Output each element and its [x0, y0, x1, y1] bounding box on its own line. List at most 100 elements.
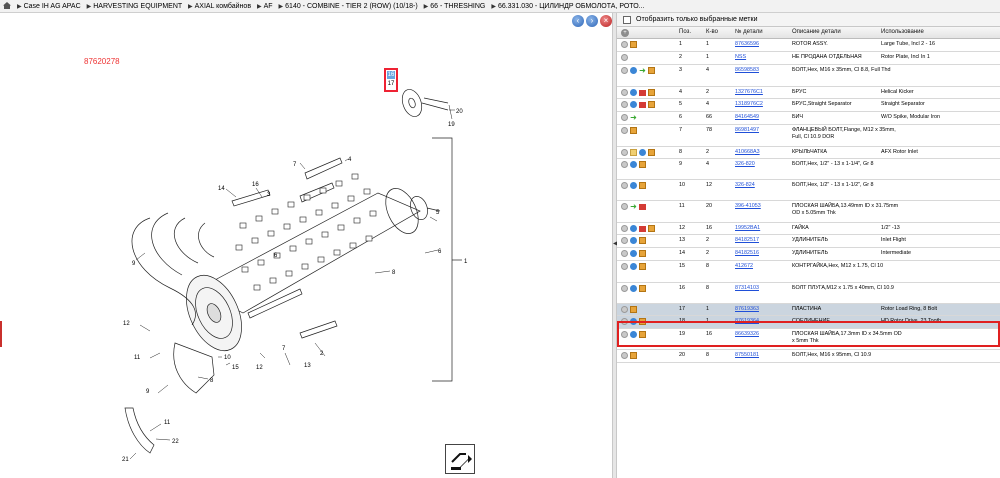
col-pos[interactable]: Поз. [679, 27, 705, 36]
callout-4[interactable]: 4 [348, 157, 352, 163]
table-row[interactable]: 7 78 86981497 ФЛАНЦЕВЫЙ БОЛТ,Flange, M12 x … [617, 125, 1000, 147]
row-part-number[interactable]: 412672 [735, 261, 781, 270]
table-row[interactable]: 10 12 326-824 БОЛТ,Hex, 1/2" - 13 x 1-1/2",… [617, 180, 1000, 201]
callout-9[interactable]: 9 [132, 261, 136, 267]
table-row[interactable]: 18 1 87619364 СОЕДИНЕНИЕ HD Rotor Drive, 23 … [617, 316, 1000, 329]
show-selected-checkbox[interactable] [623, 16, 631, 24]
col-part-number[interactable]: № детали [735, 27, 781, 36]
breadcrumb-item-model[interactable]: 6140 - COMBINE - TIER 2 (ROW) (10/18-) [285, 3, 418, 10]
row-part-number[interactable]: 1318976C2 [735, 99, 781, 108]
add-to-cart-icon[interactable] [621, 149, 628, 156]
add-to-cart-icon[interactable] [621, 41, 628, 48]
replace-arrow-icon[interactable] [630, 285, 637, 292]
row-part-number[interactable]: 410668A3 [735, 147, 781, 156]
callout-11[interactable]: 11 [134, 355, 141, 361]
add-to-cart-icon[interactable] [621, 250, 628, 257]
table-row[interactable]: 8 2 410668A3 КРЫЛЬЧАТКА AFX Rotor Inlet [617, 147, 1000, 159]
callout-16[interactable]: 16 [252, 182, 259, 188]
callout-1[interactable]: 1 [464, 259, 468, 265]
add-to-cart-icon[interactable] [621, 352, 628, 359]
add-to-cart-icon[interactable] [621, 318, 628, 325]
callout-7b[interactable]: 7 [282, 346, 286, 352]
breadcrumb-item-series[interactable]: AF [264, 3, 273, 10]
add-to-cart-icon[interactable] [621, 225, 628, 232]
table-row[interactable]: 19 16 86639326 ПЛОСКАЯ ШАЙБА,17.3mm ID x 34… [617, 329, 1000, 350]
table-row[interactable]: 13 2 84182517 УДЛИНИТЕЛЬ Inlet Flight [617, 235, 1000, 248]
add-to-cart-icon[interactable] [621, 54, 628, 61]
row-part-number[interactable]: 86598583 [735, 65, 781, 74]
row-part-number[interactable]: 396-41053 [735, 201, 781, 210]
breadcrumb-item-category[interactable]: HARVESTING EQUIPMENT [93, 3, 182, 10]
add-to-cart-icon[interactable] [621, 182, 628, 189]
callout-12[interactable]: 12 [123, 321, 130, 327]
callout-21[interactable]: 21 [122, 457, 129, 463]
table-row[interactable]: 14 2 84182516 УДЛИНИТЕЛЬ Intermediate [617, 248, 1000, 261]
callout-20[interactable]: 20 [456, 109, 463, 115]
table-row[interactable]: 16 8 87314103 БОЛТ ПЛУГА,M12 x 1.75 x 40mm,… [617, 283, 1000, 304]
table-row[interactable]: 12 16 19952BA1 ГАЙКА 1/2" -13 [617, 223, 1000, 235]
add-to-cart-icon[interactable] [621, 114, 628, 121]
breadcrumb-item-page[interactable]: 66.331.030 - ЦИЛИНДР ОБМОЛОТА, РОТО... [498, 3, 645, 10]
add-to-cart-icon[interactable] [621, 101, 628, 108]
table-row[interactable]: 20 8 87550181 БОЛТ,Hex, M16 x 95mm, Cl 10.9 [617, 350, 1000, 363]
breadcrumb-item-type[interactable]: AXIAL комбайнов [195, 3, 251, 10]
callout-selected[interactable]: 16 [387, 71, 395, 79]
callout-7[interactable]: 7 [293, 162, 297, 168]
row-part-number[interactable]: 326-820 [735, 159, 781, 168]
replace-arrow-icon[interactable] [630, 161, 637, 168]
breadcrumb-item-brand[interactable]: Case IH AG APAC [24, 3, 81, 10]
callout-19[interactable]: 19 [448, 122, 455, 128]
callout-15[interactable]: 15 [232, 365, 239, 371]
callout-14[interactable]: 14 [218, 186, 225, 192]
replace-arrow-icon[interactable] [630, 67, 637, 74]
replace-arrow-icon[interactable] [630, 237, 637, 244]
table-row[interactable]: 5 4 1318976C2 БРУС,Straight Separator Straig… [617, 99, 1000, 112]
replace-arrow-icon[interactable] [630, 89, 637, 96]
col-usage[interactable]: Использование [881, 27, 999, 36]
table-row[interactable]: 9 4 326-820 БОЛТ,Hex, 1/2" - 13 x 1-1/4", G… [617, 159, 1000, 180]
replace-arrow-icon[interactable] [630, 263, 637, 270]
breadcrumb-item-section[interactable]: 66 - THRESHING [430, 3, 485, 10]
add-to-cart-icon[interactable] [621, 285, 628, 292]
table-row[interactable]: 1 1 87636596 ROTOR ASSY. Large Tube, Incl 2 … [617, 39, 1000, 52]
row-part-number[interactable]: 84182516 [735, 248, 781, 257]
add-to-cart-icon[interactable] [621, 203, 628, 210]
add-to-cart-icon[interactable] [621, 67, 628, 74]
add-to-cart-icon[interactable] [621, 127, 628, 134]
callout-6[interactable]: 6 [438, 249, 442, 255]
replace-arrow-icon[interactable] [630, 182, 637, 189]
table-row[interactable]: 2 1 NSS НЕ ПРОДАНА ОТДЕЛЬНАЯ Rotor Plate, In… [617, 52, 1000, 65]
select-all-icon[interactable]: + [621, 29, 629, 37]
table-row[interactable]: ➜ 6 66 84164549 БИЧ W/O Spike, Modular Iron [617, 112, 1000, 125]
replace-arrow-icon[interactable] [630, 250, 637, 257]
add-to-cart-icon[interactable] [621, 237, 628, 244]
replace-arrow-icon[interactable] [630, 225, 637, 232]
row-part-number[interactable]: 1327676C1 [735, 87, 781, 96]
callout-22[interactable]: 22 [172, 439, 179, 445]
table-row[interactable]: ➜ 11 20 396-41053 ПЛОСКАЯ ШАЙБА,13.49mm ID x… [617, 201, 1000, 223]
replace-arrow-icon[interactable] [639, 149, 646, 156]
add-to-cart-icon[interactable] [621, 89, 628, 96]
callout-11b[interactable]: 11 [164, 420, 171, 426]
add-to-cart-icon[interactable] [621, 306, 628, 313]
row-part-number[interactable]: 87619364 [735, 316, 781, 325]
callout-3[interactable]: 3 [267, 192, 271, 198]
callout-12b[interactable]: 12 [256, 365, 263, 371]
add-to-cart-icon[interactable] [621, 331, 628, 338]
row-part-number[interactable]: 19952BA1 [735, 223, 781, 232]
replace-arrow-icon[interactable] [630, 101, 637, 108]
replace-arrow-icon[interactable] [630, 331, 637, 338]
table-row[interactable]: 15 8 412672 КОНТРГАЙКА,Hex, M12 x 1.75, Cl … [617, 261, 1000, 283]
row-part-number[interactable]: 86981497 [735, 125, 781, 134]
row-part-number[interactable]: 84164549 [735, 112, 781, 121]
row-part-number[interactable]: NSS [735, 52, 781, 61]
row-part-number[interactable]: 326-824 [735, 180, 781, 189]
row-part-number[interactable]: 87619363 [735, 304, 781, 313]
callout-17[interactable]: 17 [387, 80, 395, 88]
row-part-number[interactable]: 84182517 [735, 235, 781, 244]
callout-10[interactable]: 10 [224, 355, 231, 361]
col-qty[interactable]: К-во [706, 27, 734, 36]
table-row[interactable]: 4 2 1327676C1 БРУС Helical Kicker [617, 87, 1000, 99]
row-part-number[interactable]: 87550181 [735, 350, 781, 359]
add-to-cart-icon[interactable] [621, 263, 628, 270]
